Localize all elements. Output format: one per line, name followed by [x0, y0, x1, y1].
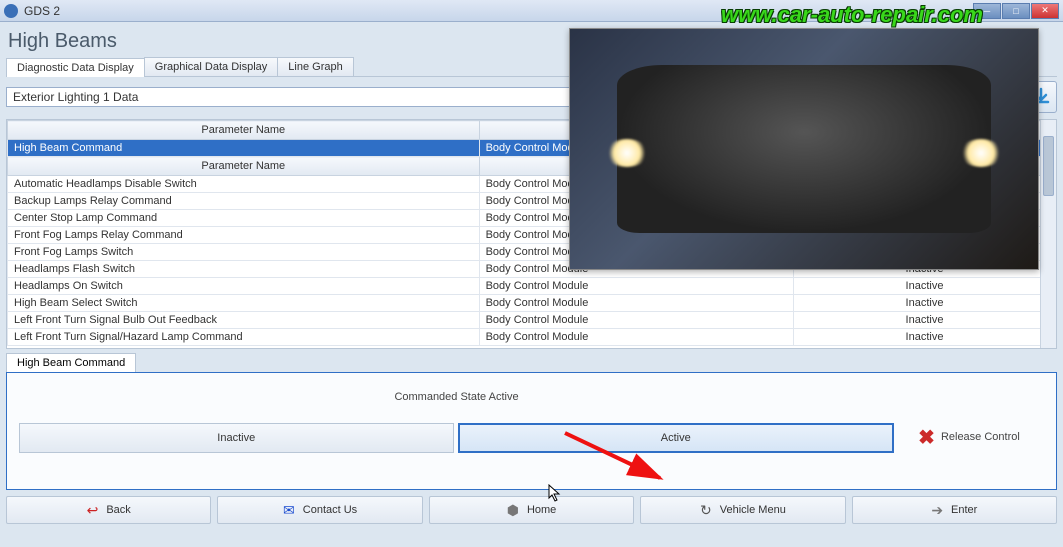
vertical-scrollbar[interactable] — [1040, 120, 1056, 348]
home-button[interactable]: ⬢ Home — [429, 496, 634, 524]
car-photo-overlay — [569, 28, 1039, 270]
tab-line-graph[interactable]: Line Graph — [277, 57, 353, 76]
close-button[interactable]: ✕ — [1031, 3, 1059, 19]
home-icon: ⬢ — [507, 502, 519, 519]
contact-us-button[interactable]: ✉ Contact Us — [217, 496, 422, 524]
col-parameter-name[interactable]: Parameter Name — [8, 157, 480, 176]
envelope-icon: ✉ — [283, 502, 295, 519]
footer-toolbar: ↩ Back ✉ Contact Us ⬢ Home ↻ Vehicle Men… — [0, 490, 1063, 530]
inactive-button[interactable]: Inactive — [19, 423, 454, 453]
table-row[interactable]: Left Front Turn Signal Bulb Out Feedback… — [8, 312, 1056, 329]
col-parameter-name[interactable]: Parameter Name — [8, 121, 480, 140]
back-label: Back — [106, 504, 130, 516]
tab-graphical-data-display[interactable]: Graphical Data Display — [144, 57, 279, 76]
active-button[interactable]: Active — [458, 423, 895, 453]
refresh-icon: ↻ — [700, 502, 712, 519]
command-tab[interactable]: High Beam Command — [6, 353, 136, 372]
enter-icon: ➔ — [931, 502, 943, 519]
home-label: Home — [527, 504, 556, 516]
command-panel: Commanded State Active Inactive Active ✖… — [6, 372, 1057, 490]
vehicle-menu-label: Vehicle Menu — [720, 504, 786, 516]
maximize-button[interactable]: □ — [1002, 3, 1030, 19]
window-title: GDS 2 — [24, 4, 60, 18]
table-row[interactable]: High Beam Select SwitchBody Control Modu… — [8, 295, 1056, 312]
contact-label: Contact Us — [303, 504, 357, 516]
watermark-text: www.car-auto-repair.com — [721, 2, 983, 28]
cell-name: High Beam Command — [8, 140, 480, 157]
back-button[interactable]: ↩ Back — [6, 496, 211, 524]
app-icon — [4, 4, 18, 18]
table-row[interactable]: Headlamps On SwitchBody Control ModuleIn… — [8, 278, 1056, 295]
enter-button[interactable]: ➔ Enter — [852, 496, 1057, 524]
enter-label: Enter — [951, 504, 977, 516]
vehicle-menu-button[interactable]: ↻ Vehicle Menu — [640, 496, 845, 524]
release-label: Release Control — [941, 431, 1020, 443]
commanded-state-text: Commanded State Active — [19, 391, 894, 403]
dropdown-selected: Exterior Lighting 1 Data — [13, 90, 138, 104]
tab-diagnostic-data-display[interactable]: Diagnostic Data Display — [6, 58, 145, 77]
back-arrow-icon: ↩ — [87, 502, 99, 519]
x-icon: ✖ — [918, 425, 935, 450]
table-row[interactable]: Left Front Turn Signal/Hazard Lamp Comma… — [8, 329, 1056, 346]
release-control-button[interactable]: ✖ Release Control — [894, 391, 1044, 483]
